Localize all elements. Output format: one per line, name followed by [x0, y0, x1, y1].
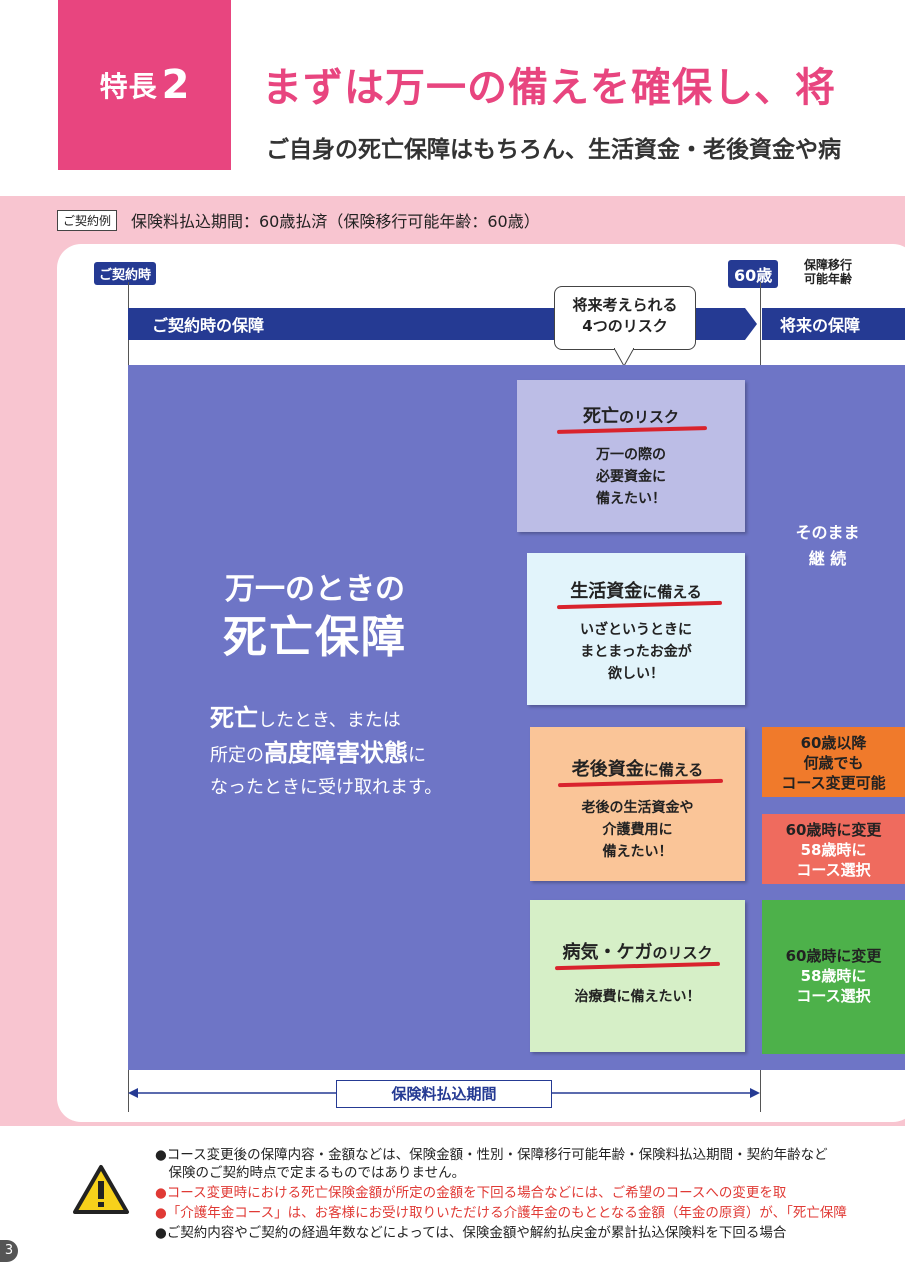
future-coverage-label: 将来の保障 [780, 316, 861, 335]
risk-title-main: 生活資金 [570, 581, 643, 602]
feature-label: 特長 [99, 70, 158, 103]
note-line-red: ●「介護年金コース」は、お客様にお受け取りいただける介護年金のもととなる金額（年… [155, 1205, 847, 1221]
risk-title-sub: に備える [642, 583, 702, 601]
option-line: 何歳でも [803, 754, 864, 772]
option-line: 60歳以降 [800, 734, 867, 752]
option-line: 60歳時に変更 [785, 947, 882, 965]
desc-text2: 所定の [210, 745, 264, 766]
risk-title-sub: のリスク [618, 408, 679, 426]
risk-card-illness: 病気・ケガのリスク 治療費に備えたい！ [530, 900, 745, 1052]
age-note-line1: 保障移行 [804, 258, 853, 272]
option-line: 58歳時に [800, 841, 867, 859]
title-line1: 万一のときの [225, 572, 405, 607]
option-line: コース選択 [796, 987, 871, 1005]
band-arrow-head [745, 308, 757, 340]
option-change-at-60-a: 60歳時に変更 58歳時に コース選択 [762, 814, 905, 884]
risk-desc-line: 備えたい！ [596, 491, 666, 507]
risk-title-main: 死亡 [582, 406, 619, 427]
risk-title-main: 老後資金 [571, 759, 644, 780]
risk-desc-line: 欲しい！ [608, 666, 664, 682]
risk-desc-line: 必要資金に [596, 469, 666, 485]
desc-text4: なったときに受け取れます。 [210, 777, 443, 798]
risk-desc-line: いざというときに [580, 622, 692, 638]
option-change-at-60-b: 60歳時に変更 58歳時に コース選択 [762, 900, 905, 1054]
risk-desc-line: 老後の生活資金や [581, 800, 694, 816]
risk-desc-line: 介護費用に [602, 822, 673, 838]
continue-label: そのまま 継 続 [760, 520, 895, 572]
current-coverage-label: ご契約時の保障 [152, 316, 265, 335]
feature-number: 2 [161, 62, 190, 108]
desc-disability: 高度障害状態 [264, 739, 408, 767]
four-risks-bubble: 将来考えられる 4つのリスク [554, 286, 696, 350]
option-any-age: 60歳以降 何歳でも コース変更可能 [762, 727, 905, 797]
feature-badge: 特長 2 [58, 0, 231, 170]
option-line: コース選択 [796, 861, 871, 879]
risk-card-death: 死亡のリスク 万一の際の 必要資金に 備えたい！ [517, 380, 745, 532]
risk-desc-line: 治療費に備えたい！ [574, 989, 701, 1005]
headline: まずは万一の備えを確保し、将 [262, 65, 836, 111]
continue-line2: 継 続 [808, 549, 847, 568]
option-line: 60歳時に変更 [785, 821, 882, 839]
contract-start-tag: ご契約時 [94, 262, 157, 285]
risk-title-sub: に備える [643, 761, 704, 779]
note-line: ●ご契約内容やご契約の経過年数などによっては、保険金額や解約払戻金が累計払込保険… [155, 1225, 787, 1241]
warning-icon [73, 1165, 129, 1214]
title-line2: 死亡保障 [223, 612, 407, 663]
risk-card-retirement: 老後資金に備える 老後の生活資金や 介護費用に 備えたい！ [530, 727, 745, 881]
option-line: コース変更可能 [781, 774, 886, 792]
page-number: 3 [0, 1240, 18, 1262]
risk-title-sub: のリスク [652, 944, 713, 962]
risk-desc-line: まとまったお金が [580, 644, 692, 660]
bubble-line2: 4つのリスク [582, 317, 668, 335]
contract-example-tag: ご契約例 [57, 210, 118, 231]
contract-example-text: 保険料払込期間：60歳払済（保険移行可能年齢：60歳） [131, 212, 540, 231]
risk-title-main: 病気・ケガ [562, 942, 653, 963]
note-line-red: ●コース変更時における死亡保険金額が所定の金額を下回る場合などには、ご希望のコー… [155, 1185, 787, 1201]
age-note: 保障移行 可能年齢 [804, 258, 852, 286]
subheadline: ご自身の死亡保障はもちろん、生活資金・老後資金や病 [266, 137, 841, 163]
risk-card-living: 生活資金に備える いざというときに まとまったお金が 欲しい！ [527, 553, 745, 705]
age-note-line2: 可能年齢 [804, 272, 853, 286]
note-line: 保険のご契約時点で定まるものではありません。 [155, 1165, 466, 1181]
option-line: 58歳時に [800, 967, 867, 985]
desc-death: 死亡 [210, 704, 258, 732]
age-60-tag: 60歳 [728, 260, 779, 288]
death-coverage-description: 死亡したとき、または 所定の高度障害状態に なったときに受け取れます。 [210, 702, 442, 804]
note-line: ●コース変更後の保障内容・金額などは、保険金額・性別・保障移行可能年齢・保険料払… [155, 1147, 828, 1163]
desc-text3: に [408, 745, 426, 766]
risk-desc-line: 備えたい！ [602, 844, 673, 860]
desc-text1: したとき、または [258, 710, 401, 731]
bubble-line1: 将来考えられる [572, 296, 678, 314]
risk-desc-line: 万一の際の [596, 447, 666, 463]
payment-period-label: 保険料払込期間 [336, 1080, 552, 1108]
continue-line1: そのまま [795, 523, 860, 542]
death-coverage-title: 万一のときの 死亡保障 [150, 570, 480, 666]
